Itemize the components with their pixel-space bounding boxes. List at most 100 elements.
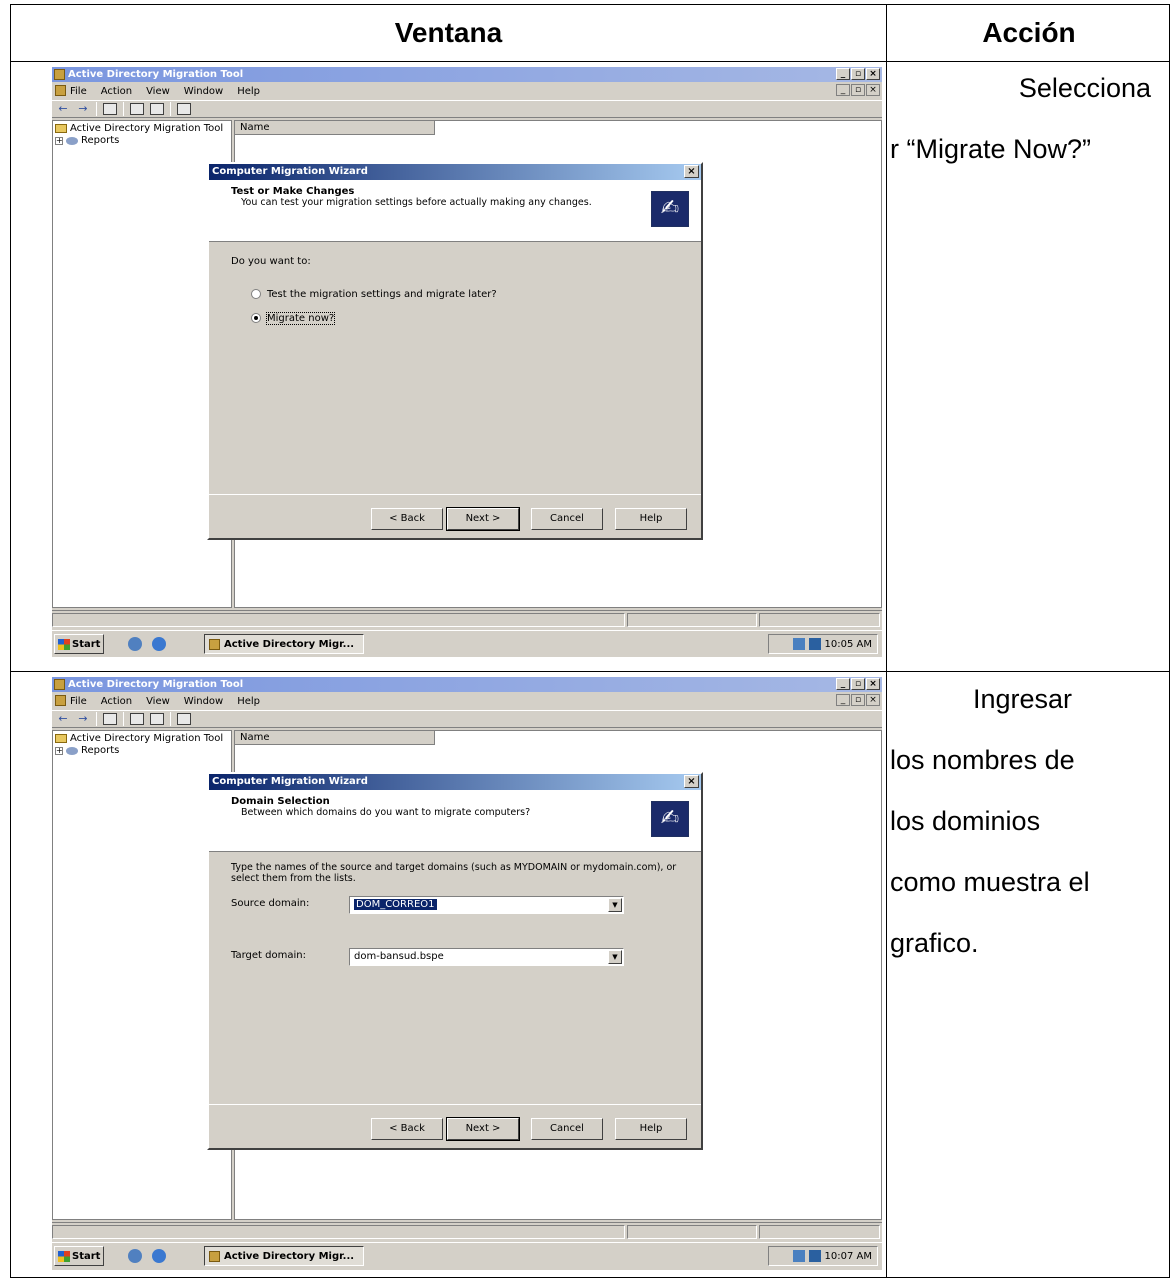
app-icon bbox=[209, 638, 220, 650]
cancel-button[interactable]: Cancel bbox=[531, 508, 603, 530]
app-titlebar: Active Directory Migration Tool _ ▫ × bbox=[52, 67, 882, 82]
page-title: Domain Selection bbox=[231, 796, 330, 807]
minimize-button[interactable]: _ bbox=[836, 694, 850, 706]
export-list-icon[interactable] bbox=[150, 713, 164, 725]
maximize-button[interactable]: ▫ bbox=[851, 678, 865, 690]
help-button[interactable]: Help bbox=[615, 508, 687, 530]
radio-icon[interactable] bbox=[251, 289, 261, 299]
close-button[interactable]: × bbox=[866, 68, 880, 80]
column-header-name[interactable]: Name bbox=[235, 121, 435, 135]
status-cell bbox=[759, 613, 880, 627]
refresh-icon[interactable] bbox=[130, 713, 144, 725]
cancel-button[interactable]: Cancel bbox=[531, 1118, 603, 1140]
minimize-button[interactable]: _ bbox=[836, 84, 850, 96]
tree-item-reports[interactable]: + Reports bbox=[55, 745, 119, 756]
action-line: como muestra el bbox=[890, 867, 1090, 897]
wizard-body: Type the names of the source and target … bbox=[209, 852, 701, 1146]
action-text-row2: Ingresar los nombres de los dominios com… bbox=[890, 669, 1155, 974]
option-migrate-now[interactable]: Migrate now? bbox=[251, 312, 336, 325]
globe-icon[interactable] bbox=[808, 638, 821, 650]
toolbar: ← → bbox=[52, 710, 882, 728]
reports-icon bbox=[66, 746, 78, 755]
back-button[interactable]: < Back bbox=[371, 1118, 443, 1140]
back-arrow-icon[interactable]: ← bbox=[56, 712, 70, 726]
status-cell bbox=[52, 1225, 625, 1239]
app-icon bbox=[55, 695, 66, 706]
globe-icon[interactable] bbox=[808, 1250, 821, 1262]
folder-icon bbox=[55, 734, 67, 743]
task-label: Active Directory Migr... bbox=[224, 638, 355, 650]
app-icon bbox=[209, 1250, 220, 1262]
taskbar: Start Active Directory Migr... 10:05 AM bbox=[52, 630, 882, 656]
network-icon[interactable] bbox=[792, 1250, 805, 1262]
app-title: Active Directory Migration Tool bbox=[68, 679, 244, 690]
screenshot-1: Active Directory Migration Tool _ ▫ × File… bbox=[52, 67, 882, 657]
menu-file[interactable]: File bbox=[70, 86, 87, 97]
menu-action[interactable]: Action bbox=[101, 86, 132, 97]
close-button[interactable]: × bbox=[866, 678, 880, 690]
target-domain-select[interactable]: dom-bansud.bspe ▼ bbox=[349, 948, 624, 966]
tree-item-root[interactable]: Active Directory Migration Tool bbox=[55, 733, 224, 744]
export-list-icon[interactable] bbox=[150, 103, 164, 115]
chevron-down-icon[interactable]: ▼ bbox=[608, 898, 622, 912]
maximize-button[interactable]: ▫ bbox=[851, 68, 865, 80]
help-icon[interactable] bbox=[177, 713, 191, 725]
close-button[interactable]: × bbox=[866, 84, 880, 96]
menu-help[interactable]: Help bbox=[237, 86, 260, 97]
column-header-name[interactable]: Name bbox=[235, 731, 435, 745]
tree-item-root[interactable]: Active Directory Migration Tool bbox=[55, 123, 224, 134]
network-icon[interactable] bbox=[792, 638, 805, 650]
menu-help[interactable]: Help bbox=[237, 696, 260, 707]
radio-selected-icon[interactable] bbox=[251, 313, 261, 323]
minimize-button[interactable]: _ bbox=[836, 678, 850, 690]
clock: 10:05 AM bbox=[824, 638, 872, 650]
close-button[interactable]: × bbox=[866, 694, 880, 706]
source-domain-label: Source domain: bbox=[231, 898, 310, 909]
next-button[interactable]: Next > bbox=[446, 507, 520, 531]
forward-arrow-icon[interactable]: → bbox=[76, 712, 90, 726]
next-button[interactable]: Next > bbox=[446, 1117, 520, 1141]
chevron-down-icon[interactable]: ▼ bbox=[608, 950, 622, 964]
expand-icon[interactable]: + bbox=[55, 136, 63, 145]
desktop-icon[interactable] bbox=[128, 637, 142, 651]
menu-window[interactable]: Window bbox=[184, 696, 223, 707]
option-test[interactable]: Test the migration settings and migrate … bbox=[251, 289, 497, 300]
source-domain-select[interactable]: DOM_CORREO1 ▼ bbox=[349, 896, 624, 914]
action-line: r “Migrate Now?” bbox=[890, 134, 1092, 164]
menu-window[interactable]: Window bbox=[184, 86, 223, 97]
back-button[interactable]: < Back bbox=[371, 508, 443, 530]
expand-icon[interactable]: + bbox=[55, 746, 63, 755]
app-title: Active Directory Migration Tool bbox=[68, 69, 244, 80]
refresh-icon[interactable] bbox=[130, 103, 144, 115]
show-tree-icon[interactable] bbox=[103, 713, 117, 725]
restore-button[interactable]: ▫ bbox=[851, 694, 865, 706]
internet-explorer-icon[interactable] bbox=[152, 637, 166, 651]
menu-action[interactable]: Action bbox=[101, 696, 132, 707]
start-button[interactable]: Start bbox=[54, 634, 104, 654]
close-button[interactable]: × bbox=[684, 775, 699, 788]
source-domain-value: DOM_CORREO1 bbox=[354, 899, 437, 910]
tree-item-reports[interactable]: + Reports bbox=[55, 135, 119, 146]
close-button[interactable]: × bbox=[684, 165, 699, 178]
taskbar-app-button[interactable]: Active Directory Migr... bbox=[204, 1246, 364, 1266]
status-cell bbox=[627, 1225, 757, 1239]
help-button[interactable]: Help bbox=[615, 1118, 687, 1140]
menu-view[interactable]: View bbox=[146, 696, 170, 707]
help-icon[interactable] bbox=[177, 103, 191, 115]
start-button[interactable]: Start bbox=[54, 1246, 104, 1266]
app-icon bbox=[55, 85, 66, 96]
desktop-icon[interactable] bbox=[128, 1249, 142, 1263]
dialog-title: Computer Migration Wizard bbox=[212, 166, 368, 177]
internet-explorer-icon[interactable] bbox=[152, 1249, 166, 1263]
show-tree-icon[interactable] bbox=[103, 103, 117, 115]
minimize-button[interactable]: _ bbox=[836, 68, 850, 80]
restore-button[interactable]: ▫ bbox=[851, 84, 865, 96]
dialog-titlebar: Computer Migration Wizard × bbox=[209, 774, 701, 790]
forward-arrow-icon[interactable]: → bbox=[76, 102, 90, 116]
back-arrow-icon[interactable]: ← bbox=[56, 102, 70, 116]
menu-view[interactable]: View bbox=[146, 86, 170, 97]
status-cell bbox=[627, 613, 757, 627]
taskbar-app-button[interactable]: Active Directory Migr... bbox=[204, 634, 364, 654]
wizard-header: Domain Selection Between which domains d… bbox=[209, 790, 701, 852]
menu-file[interactable]: File bbox=[70, 696, 87, 707]
